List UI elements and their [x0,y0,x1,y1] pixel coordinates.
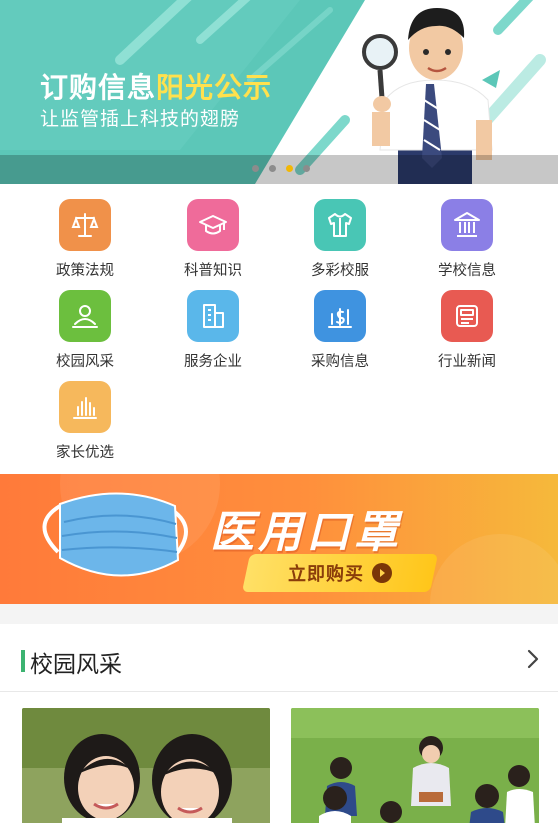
category-grid: 政策法规 科普知识 多彩校服 学校信息 校园风采 服务企业 采购信息 行业新闻 … [0,184,558,472]
category-label: 学校信息 [438,263,496,279]
category-campus[interactable]: 校园风采 [30,290,140,371]
buy-now-label: 立即购买 [288,564,364,585]
promo-banner[interactable]: 医用口罩 立即购买 [0,474,558,604]
category-parents[interactable]: 家长优选 [30,381,140,462]
category-label: 服务企业 [184,354,242,370]
category-label: 家长优选 [56,445,114,461]
hero-title-part1: 订购信息 [40,71,157,104]
school-building-icon [441,199,493,251]
category-science[interactable]: 科普知识 [158,199,268,280]
category-label: 采购信息 [311,354,369,370]
carousel-dot[interactable] [303,165,310,172]
section-accent-bar [21,650,25,672]
hero-banner[interactable]: 订购信息阳光公示 让监管插上科技的翅膀 [0,0,558,184]
carousel-indicator [252,165,310,172]
category-purchase[interactable]: 采购信息 [285,290,395,371]
carousel-dot[interactable] [269,165,276,172]
hero-title: 订购信息阳光公示 [40,66,272,106]
category-policy[interactable]: 政策法规 [30,199,140,280]
campus-photo-1[interactable] [22,708,270,823]
hero-subtitle: 让监管插上科技的翅膀 [40,108,241,130]
bar-chart-icon [59,381,111,433]
category-label: 科普知识 [184,263,242,279]
promo-title: 医用口罩 [210,507,402,558]
two-girls-image [22,708,270,823]
carousel-dot[interactable] [252,165,259,172]
section-header[interactable]: 校园风采 [0,624,558,692]
category-enterprise[interactable]: 服务企业 [158,290,268,371]
purchase-chart-icon [314,290,366,342]
shirt-icon [314,199,366,251]
teacher-students-image [291,708,539,823]
campus-photo-2[interactable] [291,708,539,823]
chevron-right-icon[interactable] [522,648,544,670]
category-label: 政策法规 [56,263,114,279]
hero-title-part2: 阳光公示 [156,71,273,104]
graduation-cap-icon [187,199,239,251]
category-school[interactable]: 学校信息 [412,199,522,280]
news-icon [441,290,493,342]
category-label: 多彩校服 [311,263,369,279]
section-title: 校园风采 [30,652,122,678]
category-news[interactable]: 行业新闻 [412,290,522,371]
person-icon [59,290,111,342]
section-divider [0,604,558,624]
carousel-dot-active[interactable] [286,165,293,172]
category-label: 校园风采 [56,354,114,370]
category-uniform[interactable]: 多彩校服 [285,199,395,280]
buy-now-button[interactable]: 立即购买 [241,554,439,592]
office-building-icon [187,290,239,342]
arrow-right-icon [372,563,392,583]
scale-icon [59,199,111,251]
category-label: 行业新闻 [438,354,496,370]
